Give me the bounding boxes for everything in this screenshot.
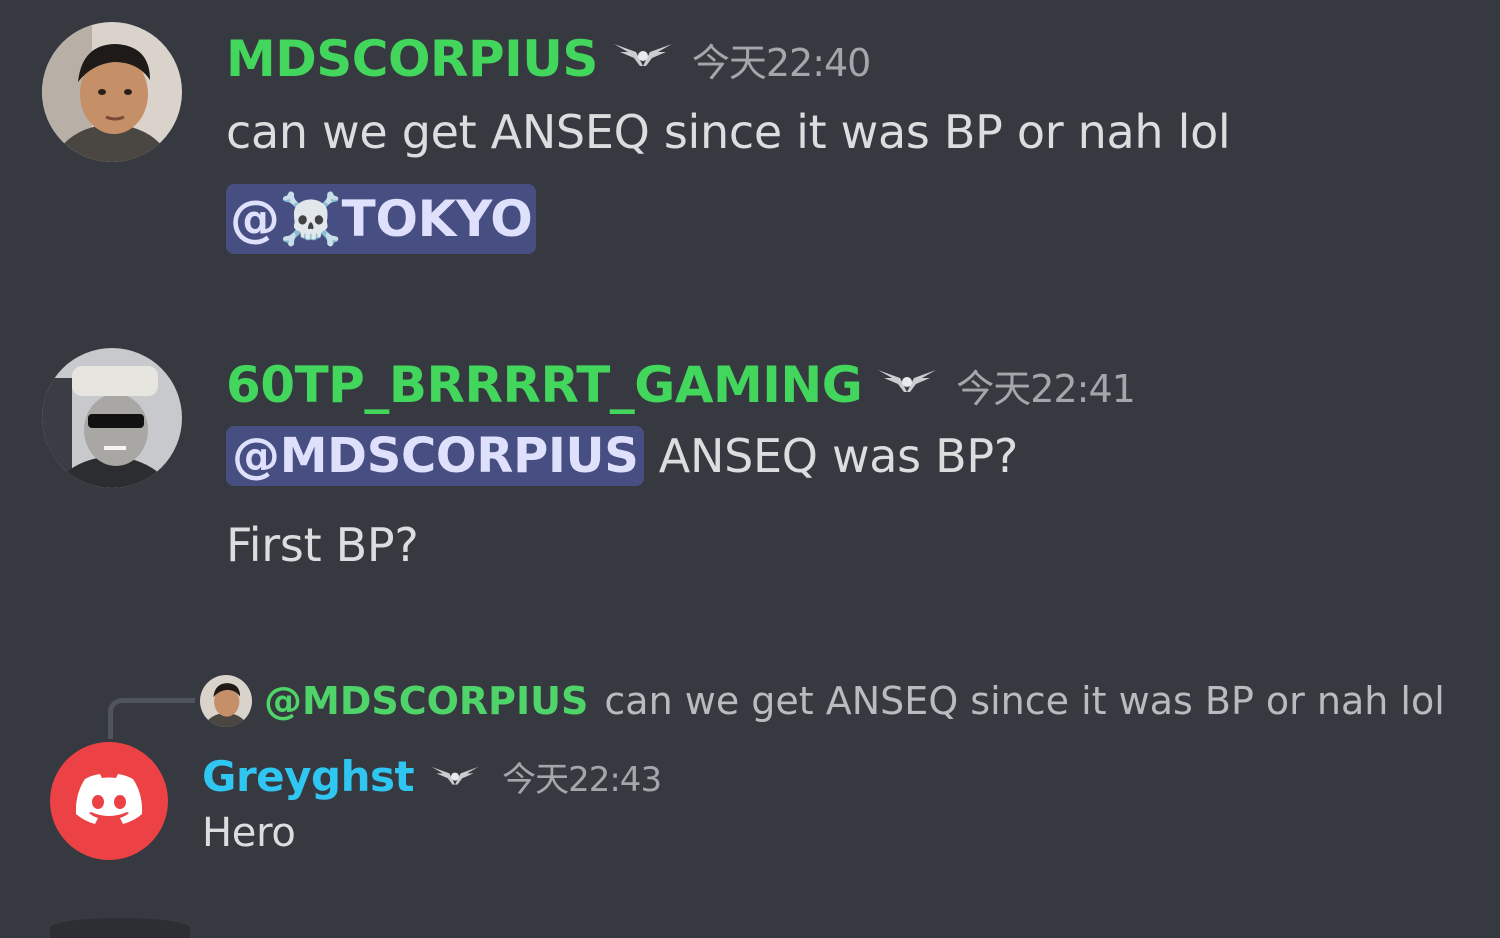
timestamp[interactable]: 今天22:40: [692, 32, 872, 87]
username-label[interactable]: 60TP_BRRRRT_GAMING: [226, 356, 863, 414]
username-label[interactable]: MDSCORPIUS: [226, 30, 598, 88]
timestamp[interactable]: 今天22:43: [502, 752, 662, 801]
avatar-60tp[interactable]: [42, 348, 182, 488]
person-avatar-icon: [200, 675, 252, 727]
wings-badge-icon[interactable]: [612, 40, 674, 72]
message-text: First BP?: [226, 518, 419, 572]
reply-reference[interactable]: @MDSCORPIUS can we get ANSEQ since it wa…: [200, 675, 1445, 727]
wings-badge-icon[interactable]: [876, 366, 938, 398]
message-text: can we get ANSEQ since it was BP or nah …: [226, 105, 1231, 159]
reply-connector: [108, 698, 195, 739]
wings-badge-icon[interactable]: [430, 763, 480, 791]
reply-text[interactable]: can we get ANSEQ since it was BP or nah …: [604, 679, 1444, 723]
mention-mdscorpius[interactable]: @MDSCORPIUS: [226, 426, 645, 486]
reply-username[interactable]: @MDSCORPIUS: [264, 679, 588, 723]
avatar-mdscorpius[interactable]: [42, 22, 182, 162]
avatar-greyghst[interactable]: [50, 742, 168, 860]
mention-tokyo[interactable]: @☠️TOKYO: [226, 184, 537, 254]
reply-avatar: [200, 675, 252, 727]
next-avatar-peek: [50, 918, 190, 938]
chat-frame: MDSCORPIUS 今天22:40 can we get ANSEQ sinc…: [0, 0, 1500, 938]
discord-logo-icon: [75, 774, 143, 824]
person-avatar-icon: [42, 22, 182, 162]
timestamp[interactable]: 今天22:41: [956, 358, 1136, 413]
message-text: ANSEQ was BP?: [644, 429, 1019, 483]
message-text: Hero: [202, 810, 296, 856]
username-label[interactable]: Greyghst: [202, 752, 415, 801]
person-avatar-icon: [42, 348, 182, 488]
